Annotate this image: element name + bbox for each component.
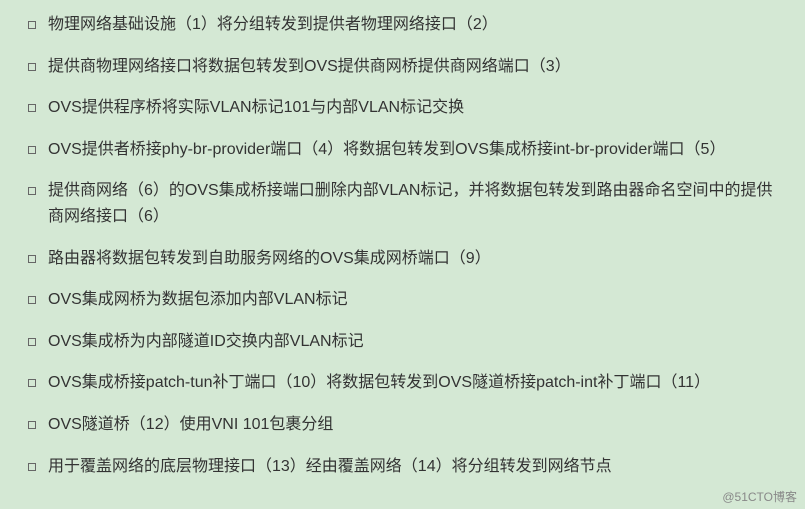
list-item: OVS集成桥为内部隧道ID交换内部VLAN标记 <box>48 329 775 355</box>
list-item: 物理网络基础设施（1）将分组转发到提供者物理网络接口（2） <box>48 12 775 38</box>
list-item: 用于覆盖网络的底层物理接口（13）经由覆盖网络（14）将分组转发到网络节点 <box>48 454 775 480</box>
list-item: OVS集成网桥为数据包添加内部VLAN标记 <box>48 287 775 313</box>
list-item: OVS提供程序桥将实际VLAN标记101与内部VLAN标记交换 <box>48 95 775 121</box>
document-list: 物理网络基础设施（1）将分组转发到提供者物理网络接口（2） 提供商物理网络接口将… <box>0 12 805 479</box>
list-item: 提供商物理网络接口将数据包转发到OVS提供商网桥提供商网络端口（3） <box>48 54 775 80</box>
list-item: 提供商网络（6）的OVS集成桥接端口删除内部VLAN标记，并将数据包转发到路由器… <box>48 178 775 229</box>
watermark-text: @51CTO博客 <box>722 488 797 505</box>
list-item: OVS提供者桥接phy-br-provider端口（4）将数据包转发到OVS集成… <box>48 137 775 163</box>
list-item: OVS集成桥接patch-tun补丁端口（10）将数据包转发到OVS隧道桥接pa… <box>48 370 775 396</box>
list-item: 路由器将数据包转发到自助服务网络的OVS集成网桥端口（9） <box>48 246 775 272</box>
list-item: OVS隧道桥（12）使用VNI 101包裹分组 <box>48 412 775 438</box>
